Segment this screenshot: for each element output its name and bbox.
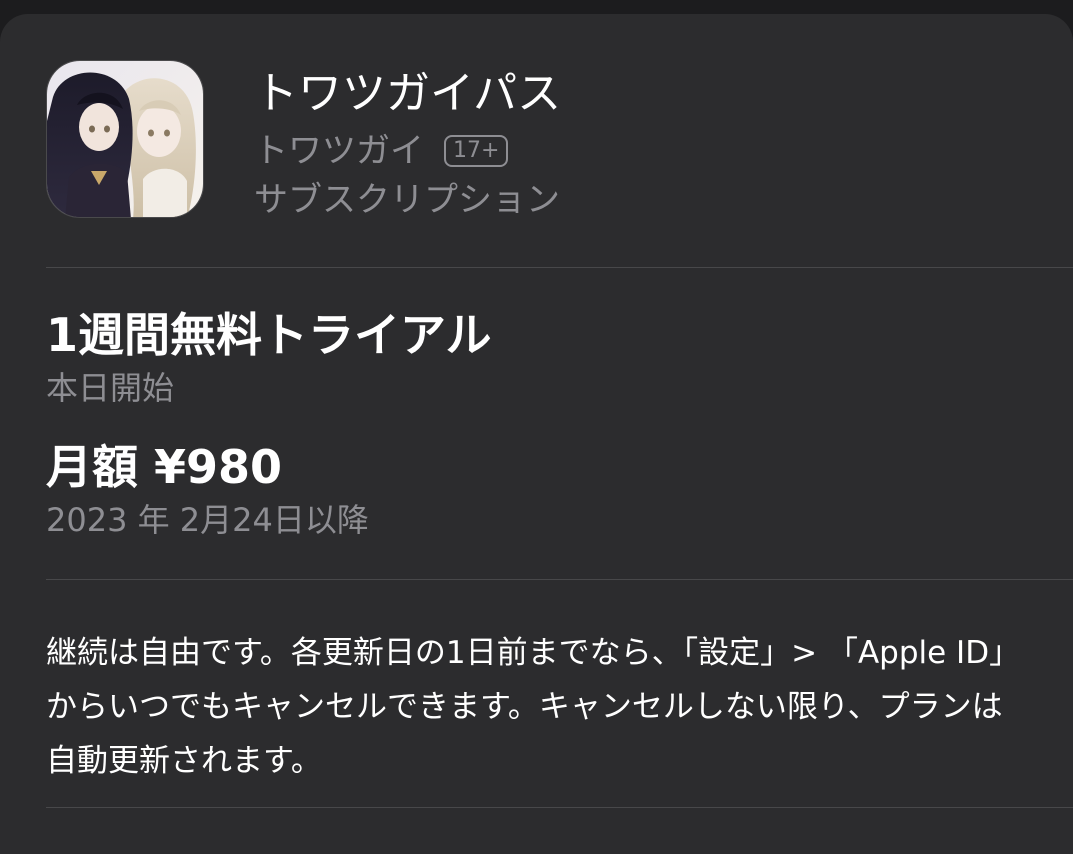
divider-middle [46, 579, 1073, 580]
app-name: トワツガイパス [254, 68, 562, 119]
app-header: トワツガイパス トワツガイ 17+ サブスクリプション [46, 60, 1073, 220]
price-start-date: 2023 年 2月24日以降 [46, 501, 369, 539]
subscription-type-label: サブスクリプション [254, 180, 560, 220]
app-icon-artwork [47, 61, 203, 217]
developer-name: トワツガイ [254, 131, 424, 171]
divider-top [46, 267, 1073, 268]
developer-row: トワツガイ 17+ [254, 126, 509, 176]
trial-offer-start: 本日開始 [46, 369, 175, 407]
cancellation-note: 継続は自由です。各更新日の1日前までなら、「設定」> 「Apple ID」からい… [46, 635, 1021, 779]
subscription-sheet: トワツガイパス トワツガイ 17+ サブスクリプション 1週間無料トライアル 本… [0, 14, 1073, 854]
trial-offer-title: 1週間無料トライアル [46, 308, 492, 362]
app-icon [46, 60, 204, 218]
age-rating-badge: 17+ [444, 135, 509, 167]
divider-bottom [46, 807, 1073, 808]
price-title: 月額 ¥980 [46, 440, 283, 494]
